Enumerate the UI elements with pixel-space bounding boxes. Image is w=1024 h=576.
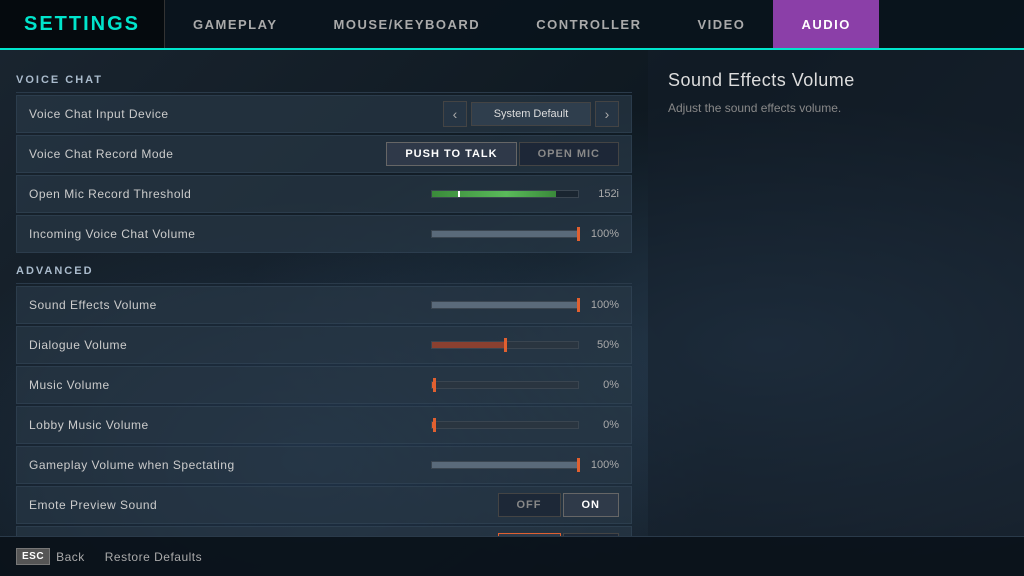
label-dialogue-volume: Dialogue Volume bbox=[29, 338, 379, 352]
label-lobby-music-volume: Lobby Music Volume bbox=[29, 418, 379, 432]
gameplay-spectating-value: 100% bbox=[587, 459, 619, 471]
slider-mic-threshold: 152i bbox=[379, 188, 619, 200]
control-emote-preview-sound: Off On bbox=[379, 493, 619, 517]
control-sound-effects-volume: 100% bbox=[379, 299, 619, 311]
row-lobby-music-volume: Lobby Music Volume 0% bbox=[16, 406, 632, 444]
toggle-emote-preview: Off On bbox=[498, 493, 620, 517]
music-fill bbox=[432, 382, 434, 388]
music-thumb bbox=[433, 378, 436, 392]
gameplay-spectating-fill bbox=[432, 462, 578, 468]
toggle-open-mic[interactable]: Open Mic bbox=[519, 142, 619, 166]
info-panel-title: Sound Effects Volume bbox=[668, 70, 1004, 91]
row-gameplay-volume-spectating: Gameplay Volume when Spectating 100% bbox=[16, 446, 632, 484]
dialogue-thumb bbox=[504, 338, 507, 352]
label-incoming-volume: Incoming Voice Chat Volume bbox=[29, 227, 379, 241]
tab-mouse-keyboard[interactable]: MOUSE/KEYBOARD bbox=[306, 0, 509, 48]
tab-audio[interactable]: AUDIO bbox=[773, 0, 878, 48]
mic-slider-track[interactable] bbox=[431, 190, 579, 198]
nav-tabs: GAMEPLAY MOUSE/KEYBOARD CONTROLLER VIDEO… bbox=[165, 0, 1024, 48]
music-track[interactable] bbox=[431, 381, 579, 389]
dialogue-track[interactable] bbox=[431, 341, 579, 349]
header: SETTINGS GAMEPLAY MOUSE/KEYBOARD CONTROL… bbox=[0, 0, 1024, 50]
info-panel-description: Adjust the sound effects volume. bbox=[668, 99, 1004, 117]
settings-panel: VOICE CHAT Voice Chat Input Device ‹ Sys… bbox=[0, 50, 648, 536]
control-voice-input-device: ‹ System Default › bbox=[379, 101, 619, 127]
footer: ESC Back Restore Defaults bbox=[0, 536, 1024, 576]
toggle-emote-off[interactable]: Off bbox=[498, 493, 561, 517]
control-incoming-volume: 100% bbox=[379, 228, 619, 240]
control-mic-threshold: 152i bbox=[379, 188, 619, 200]
section-voice-chat: VOICE CHAT bbox=[16, 66, 632, 93]
lobby-music-thumb bbox=[433, 418, 436, 432]
dialogue-fill bbox=[432, 342, 505, 348]
slider-gameplay-spectating: 100% bbox=[379, 459, 619, 471]
lobby-music-track[interactable] bbox=[431, 421, 579, 429]
back-button[interactable]: ESC Back bbox=[16, 548, 85, 565]
slider-lobby-music: 0% bbox=[379, 419, 619, 431]
main-content: VOICE CHAT Voice Chat Input Device ‹ Sys… bbox=[0, 50, 1024, 536]
device-selector: ‹ System Default › bbox=[443, 101, 619, 127]
lobby-music-value: 0% bbox=[587, 419, 619, 431]
incoming-volume-value: 100% bbox=[587, 228, 619, 240]
label-music-volume: Music Volume bbox=[29, 378, 379, 392]
lobby-music-fill bbox=[432, 422, 434, 428]
gameplay-spectating-track[interactable] bbox=[431, 461, 579, 469]
tab-gameplay[interactable]: GAMEPLAY bbox=[165, 0, 305, 48]
row-mic-threshold: Open Mic Record Threshold 152i bbox=[16, 175, 632, 213]
control-voice-record-mode: Push to Talk Open Mic bbox=[379, 142, 619, 166]
dialogue-value: 50% bbox=[587, 339, 619, 351]
incoming-volume-fill bbox=[432, 231, 578, 237]
slider-music: 0% bbox=[379, 379, 619, 391]
control-lobby-music-volume: 0% bbox=[379, 419, 619, 431]
label-mic-threshold: Open Mic Record Threshold bbox=[29, 187, 379, 201]
incoming-volume-track[interactable] bbox=[431, 230, 579, 238]
row-voice-record-mode: Voice Chat Record Mode Push to Talk Open… bbox=[16, 135, 632, 173]
esc-key: ESC bbox=[16, 548, 50, 565]
toggle-push-to-talk[interactable]: Push to Talk bbox=[386, 142, 516, 166]
control-dialogue-volume: 50% bbox=[379, 339, 619, 351]
label-gameplay-volume-spectating: Gameplay Volume when Spectating bbox=[29, 458, 379, 472]
row-music-volume: Music Volume 0% bbox=[16, 366, 632, 404]
row-incoming-volume: Incoming Voice Chat Volume 100% bbox=[16, 215, 632, 253]
device-value: System Default bbox=[471, 102, 591, 126]
prev-device-button[interactable]: ‹ bbox=[443, 101, 467, 127]
label-voice-input-device: Voice Chat Input Device bbox=[29, 107, 379, 121]
restore-defaults-label: Restore Defaults bbox=[105, 550, 202, 564]
sound-effects-thumb bbox=[577, 298, 580, 312]
sound-effects-fill bbox=[432, 302, 578, 308]
app-title: SETTINGS bbox=[24, 13, 140, 36]
back-label: Back bbox=[56, 550, 85, 564]
next-device-button[interactable]: › bbox=[595, 101, 619, 127]
slider-sound-effects: 100% bbox=[379, 299, 619, 311]
row-sound-effects-volume: Sound Effects Volume 100% bbox=[16, 286, 632, 324]
label-voice-record-mode: Voice Chat Record Mode bbox=[29, 147, 379, 161]
control-music-volume: 0% bbox=[379, 379, 619, 391]
tab-controller[interactable]: CONTROLLER bbox=[508, 0, 669, 48]
row-emote-preview-sound: Emote Preview Sound Off On bbox=[16, 486, 632, 524]
slider-dialogue: 50% bbox=[379, 339, 619, 351]
control-gameplay-volume-spectating: 100% bbox=[379, 459, 619, 471]
restore-defaults-button[interactable]: Restore Defaults bbox=[105, 550, 202, 564]
tab-video[interactable]: VIDEO bbox=[669, 0, 773, 48]
toggle-emote-on[interactable]: On bbox=[563, 493, 620, 517]
mic-threshold-value: 152i bbox=[587, 188, 619, 200]
gameplay-spectating-thumb bbox=[577, 458, 580, 472]
label-emote-preview-sound: Emote Preview Sound bbox=[29, 498, 379, 512]
sound-effects-value: 100% bbox=[587, 299, 619, 311]
row-sound-in-background: Sound In Background Off On bbox=[16, 526, 632, 536]
mic-slider-thumb bbox=[458, 190, 460, 198]
toggle-record-mode: Push to Talk Open Mic bbox=[386, 142, 619, 166]
row-dialogue-volume: Dialogue Volume 50% bbox=[16, 326, 632, 364]
sound-effects-track[interactable] bbox=[431, 301, 579, 309]
label-sound-effects-volume: Sound Effects Volume bbox=[29, 298, 379, 312]
slider-incoming-volume: 100% bbox=[379, 228, 619, 240]
section-advanced: ADVANCED bbox=[16, 257, 632, 284]
row-voice-input-device: Voice Chat Input Device ‹ System Default… bbox=[16, 95, 632, 133]
info-panel: Sound Effects Volume Adjust the sound ef… bbox=[648, 50, 1024, 536]
mic-slider-fill bbox=[432, 191, 556, 197]
music-value: 0% bbox=[587, 379, 619, 391]
incoming-volume-thumb bbox=[577, 227, 580, 241]
app-title-container: SETTINGS bbox=[0, 0, 165, 48]
